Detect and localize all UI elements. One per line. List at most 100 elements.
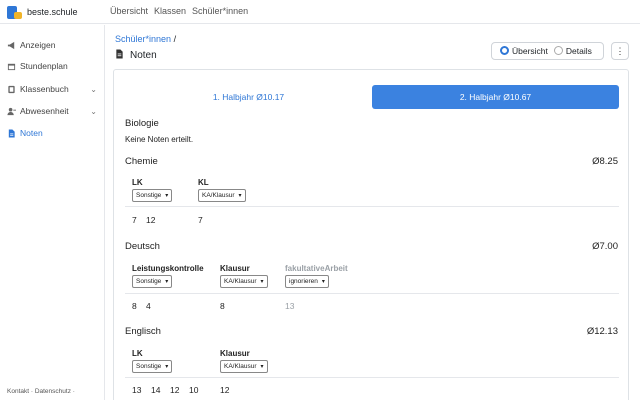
select-value: KA/Klausur: [224, 278, 257, 285]
grade-value: 4: [146, 301, 151, 311]
divider: [125, 293, 619, 294]
column-label: fakultativeArbeit: [285, 264, 348, 273]
grade-value: 12: [170, 385, 180, 395]
column-label: LK: [132, 178, 143, 187]
grade-column: LK Sonstige ▾: [132, 349, 173, 373]
view-option-details[interactable]: Details: [553, 46, 592, 56]
more-vertical-icon: ⋮: [615, 45, 625, 56]
chevron-down-icon: ▾: [238, 193, 242, 199]
grade-value: 8: [132, 301, 137, 311]
subject-name: Deutsch: [125, 241, 160, 252]
column-label: Klausur: [220, 349, 250, 358]
more-options-button[interactable]: ⋮: [611, 42, 629, 60]
chevron-down-icon: ▾: [165, 193, 169, 199]
grade-value: 7: [198, 215, 203, 225]
document-icon: [115, 49, 124, 61]
sidebar-item-klassenbuch[interactable]: Klassenbuch ⌄: [7, 82, 101, 96]
grade-value: 12: [146, 215, 156, 225]
sidebar-item-label: Klassenbuch: [20, 84, 69, 94]
weight-select[interactable]: Sonstige ▾: [132, 360, 173, 373]
weight-select[interactable]: KA/Klausur ▾: [198, 189, 246, 202]
column-label: KL: [198, 178, 209, 187]
megaphone-icon: [7, 41, 16, 50]
grade-value: 7: [132, 215, 137, 225]
select-value: ignorieren: [289, 278, 318, 285]
select-value: KA/Klausur: [202, 192, 235, 199]
chevron-down-icon: ▾: [321, 279, 325, 285]
chevron-down-icon: ▾: [260, 279, 264, 285]
page-title-text: Noten: [130, 49, 157, 61]
sidebar: Anzeigen Stundenplan Klassenbuch ⌄ Abwes…: [0, 25, 105, 400]
weight-select[interactable]: Sonstige ▾: [132, 275, 173, 288]
calendar-icon: [7, 62, 16, 71]
grade-value: 10: [189, 385, 199, 395]
tab-first-semester[interactable]: 1. Halbjahr Ø10.17: [125, 85, 372, 109]
top-bar: beste.schule Übersicht Klassen Schüler*i…: [0, 0, 640, 24]
view-option-label: Details: [565, 46, 592, 56]
grade-column: Klausur KA/Klausur ▾: [220, 264, 268, 288]
subject-average: Ø8.25: [592, 156, 618, 167]
document-icon: [7, 128, 16, 138]
column-label: LK: [132, 349, 143, 358]
topnav-uebersicht[interactable]: Übersicht: [110, 6, 148, 16]
chevron-down-icon: ▾: [165, 364, 169, 370]
subject-average: Ø12.13: [586, 326, 618, 337]
grade-value: 14: [151, 385, 161, 395]
sidebar-item-abwesenheit[interactable]: Abwesenheit ⌄: [7, 104, 101, 118]
grade-column: Leistungskontrolle Sonstige ▾: [132, 264, 204, 288]
breadcrumb-separator: /: [173, 34, 177, 44]
column-label: Leistungskontrolle: [132, 264, 204, 273]
sidebar-item-label: Noten: [20, 128, 43, 138]
select-value: Sonstige: [136, 192, 162, 199]
logo-icon: [7, 5, 22, 19]
sidebar-item-label: Abwesenheit: [20, 106, 69, 116]
chevron-down-icon: ▾: [165, 279, 169, 285]
semester-tabs: 1. Halbjahr Ø10.17 2. Halbjahr Ø10.67: [125, 85, 619, 109]
grade-column: LK Sonstige ▾: [132, 178, 173, 202]
brand-name: beste.schule: [27, 7, 78, 17]
grade-column: fakultativeArbeit ignorieren ▾: [285, 264, 348, 288]
weight-select[interactable]: ignorieren ▾: [285, 275, 329, 288]
grade-value: 13: [285, 301, 295, 311]
brand-logo[interactable]: beste.schule: [7, 5, 78, 19]
sidebar-item-label: Stundenplan: [20, 61, 68, 71]
select-value: Sonstige: [136, 363, 162, 370]
weight-select[interactable]: KA/Klausur ▾: [220, 275, 268, 288]
grade-value: 12: [220, 385, 230, 395]
select-value: Sonstige: [136, 278, 162, 285]
footer-links[interactable]: Kontakt · Datenschutz ·: [7, 388, 75, 395]
topnav-schueler[interactable]: Schüler*innen: [192, 6, 248, 16]
tab-second-semester[interactable]: 2. Halbjahr Ø10.67: [372, 85, 619, 109]
column-label: Klausur: [220, 264, 250, 273]
sidebar-item-anzeigen[interactable]: Anzeigen: [7, 38, 101, 52]
sidebar-item-stundenplan[interactable]: Stundenplan: [7, 59, 101, 73]
breadcrumb: Schüler*innen /: [115, 34, 176, 44]
subject-name: Biologie: [125, 118, 159, 129]
weight-select[interactable]: KA/Klausur ▾: [220, 360, 268, 373]
grade-value: 13: [132, 385, 142, 395]
chevron-down-icon: ⌄: [90, 84, 97, 94]
breadcrumb-link[interactable]: Schüler*innen: [115, 34, 171, 44]
grades-card: 1. Halbjahr Ø10.17 2. Halbjahr Ø10.67 Bi…: [113, 69, 629, 400]
divider: [125, 206, 619, 207]
divider: [125, 377, 619, 378]
user-minus-icon: [7, 107, 16, 116]
sidebar-item-noten[interactable]: Noten: [7, 126, 101, 140]
select-value: KA/Klausur: [224, 363, 257, 370]
grade-column: Klausur KA/Klausur ▾: [220, 349, 268, 373]
book-icon: [7, 85, 16, 94]
page-title: Noten: [115, 49, 157, 61]
view-option-uebersicht[interactable]: Übersicht: [500, 46, 548, 56]
no-grades-text: Keine Noten erteilt.: [125, 135, 194, 144]
topnav-klassen[interactable]: Klassen: [154, 6, 186, 16]
grade-value: 8: [220, 301, 225, 311]
radio-checked-icon: [500, 46, 509, 55]
chevron-down-icon: ⌄: [90, 106, 97, 116]
subject-name: Chemie: [125, 156, 158, 167]
subject-average: Ø7.00: [592, 241, 618, 252]
grade-column: KL KA/Klausur ▾: [198, 178, 246, 202]
weight-select[interactable]: Sonstige ▾: [132, 189, 173, 202]
view-option-label: Übersicht: [512, 46, 548, 56]
sidebar-item-label: Anzeigen: [20, 40, 56, 50]
view-toggle: Übersicht Details: [491, 42, 604, 60]
